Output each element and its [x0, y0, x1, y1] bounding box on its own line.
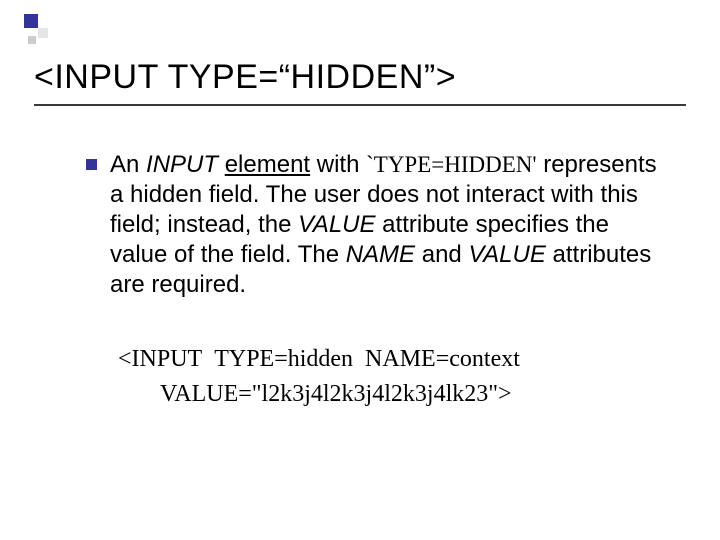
- paragraph: An INPUT element with `TYPE=HIDDEN' repr…: [110, 150, 660, 300]
- slide-body: An INPUT element with `TYPE=HIDDEN' repr…: [110, 150, 660, 412]
- slide-title: <INPUT TYPE=“HIDDEN”>: [34, 58, 456, 97]
- title-underline: [34, 104, 686, 106]
- text-run: [218, 151, 225, 178]
- text-run: with: [310, 151, 366, 178]
- slide: <INPUT TYPE=“HIDDEN”> An INPUT element w…: [0, 0, 720, 540]
- text-underline: element: [225, 151, 310, 178]
- text-italic: INPUT: [146, 151, 218, 178]
- code-line: <INPUT TYPE=hidden NAME=context: [118, 342, 660, 377]
- code-example: <INPUT TYPE=hidden NAME=context VALUE="l…: [110, 342, 660, 412]
- text-italic: VALUE: [298, 211, 375, 238]
- code-line: VALUE="l2k3j4l2k3j4l2k3j4lk23">: [118, 377, 660, 412]
- corner-decoration: [24, 14, 64, 54]
- square-icon: [38, 28, 48, 38]
- text-code: `TYPE=HIDDEN': [366, 152, 536, 177]
- text-italic: VALUE: [468, 241, 545, 268]
- square-icon: [24, 14, 38, 28]
- bullet-icon: [86, 159, 97, 170]
- text-run: An: [110, 151, 146, 178]
- text-italic: NAME: [346, 241, 415, 268]
- square-icon: [28, 36, 36, 44]
- text-run: and: [415, 241, 468, 268]
